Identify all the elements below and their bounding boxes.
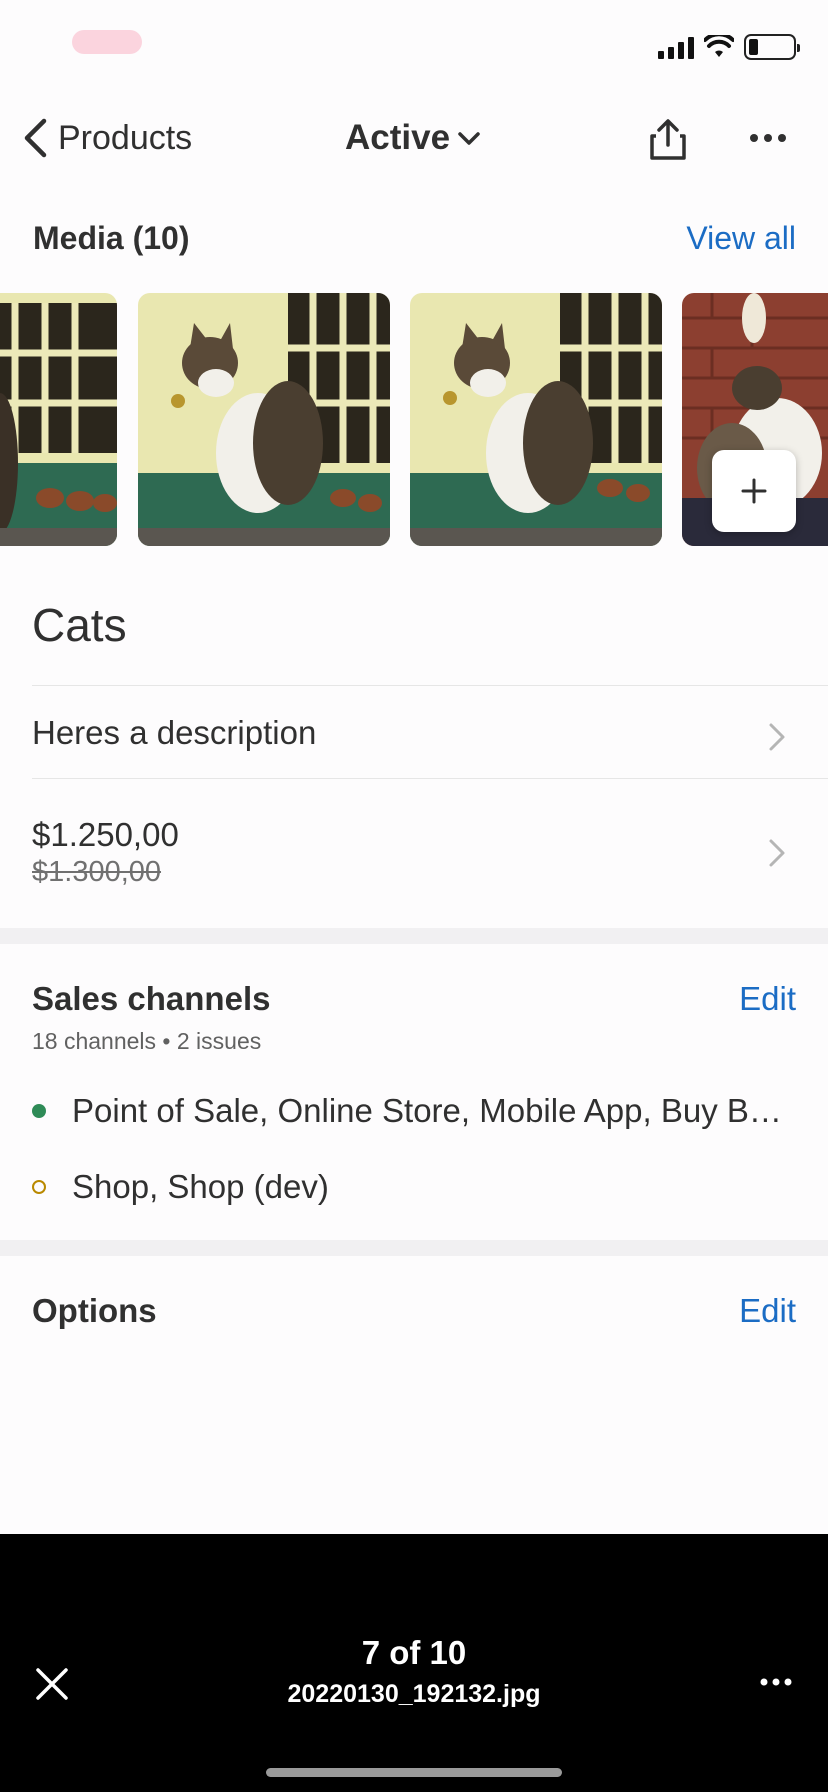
- status-icons: [658, 34, 800, 60]
- battery-icon: [744, 34, 800, 60]
- divider: [32, 685, 828, 686]
- media-title: Media (10): [33, 220, 190, 256]
- sales-channels-summary: 18 channels • 2 issues: [32, 1028, 262, 1054]
- nav-bar: Products Active: [0, 100, 828, 180]
- status-dropdown[interactable]: Active: [345, 118, 482, 158]
- divider: [32, 778, 828, 779]
- chevron-down-icon: [458, 132, 480, 145]
- media-thumbnail[interactable]: [138, 293, 390, 546]
- media-thumbnail[interactable]: [410, 293, 662, 546]
- sales-channels-edit-button[interactable]: Edit: [739, 980, 796, 1018]
- plus-icon: [741, 478, 767, 504]
- recording-indicator: [72, 30, 142, 54]
- back-label: Products: [58, 118, 193, 157]
- price-value: $1.250,00: [32, 816, 179, 853]
- description-row[interactable]: Heres a description: [0, 714, 828, 764]
- media-counter: 7 of 10: [361, 1634, 467, 1671]
- description-text: Heres a description: [32, 714, 317, 751]
- more-icon[interactable]: [748, 128, 788, 148]
- channel-label: Point of Sale, Online Store, Mobile App,…: [72, 1092, 782, 1129]
- media-thumbnail[interactable]: [0, 293, 117, 546]
- chevron-right-icon: [769, 839, 785, 867]
- sales-channels-title: Sales channels: [32, 980, 271, 1017]
- media-viewer-bar: 7 of 10 20220130_192132.jpg: [0, 1534, 828, 1792]
- chevron-left-icon: [24, 118, 47, 158]
- channel-item-published[interactable]: Point of Sale, Online Store, Mobile App,…: [32, 1092, 782, 1130]
- compare-at-price: $1.300,00: [32, 856, 162, 888]
- more-icon[interactable]: [758, 1664, 794, 1700]
- product-title[interactable]: Cats: [32, 598, 127, 652]
- media-filename: 20220130_192132.jpg: [287, 1680, 541, 1708]
- pricing-row[interactable]: $1.250,00 $1.300,00: [0, 816, 828, 896]
- home-indicator: [266, 1768, 562, 1777]
- section-separator: [0, 928, 828, 944]
- signal-icon: [658, 35, 694, 59]
- options-edit-button[interactable]: Edit: [739, 1292, 796, 1330]
- media-strip[interactable]: [0, 293, 828, 546]
- options-title: Options: [32, 1292, 157, 1329]
- status-dot-icon: [32, 1180, 46, 1194]
- channel-label: Shop, Shop (dev): [72, 1168, 329, 1205]
- status-bar: [0, 0, 828, 90]
- chevron-right-icon: [769, 723, 785, 751]
- channel-item-issues[interactable]: Shop, Shop (dev): [32, 1168, 329, 1206]
- status-label: Active: [345, 118, 451, 157]
- wifi-icon: [704, 35, 734, 57]
- add-media-button[interactable]: [712, 450, 796, 532]
- view-all-link[interactable]: View all: [686, 220, 796, 257]
- share-icon[interactable]: [648, 118, 688, 162]
- status-dot-icon: [32, 1104, 46, 1118]
- back-button[interactable]: Products: [22, 118, 192, 158]
- section-separator: [0, 1240, 828, 1256]
